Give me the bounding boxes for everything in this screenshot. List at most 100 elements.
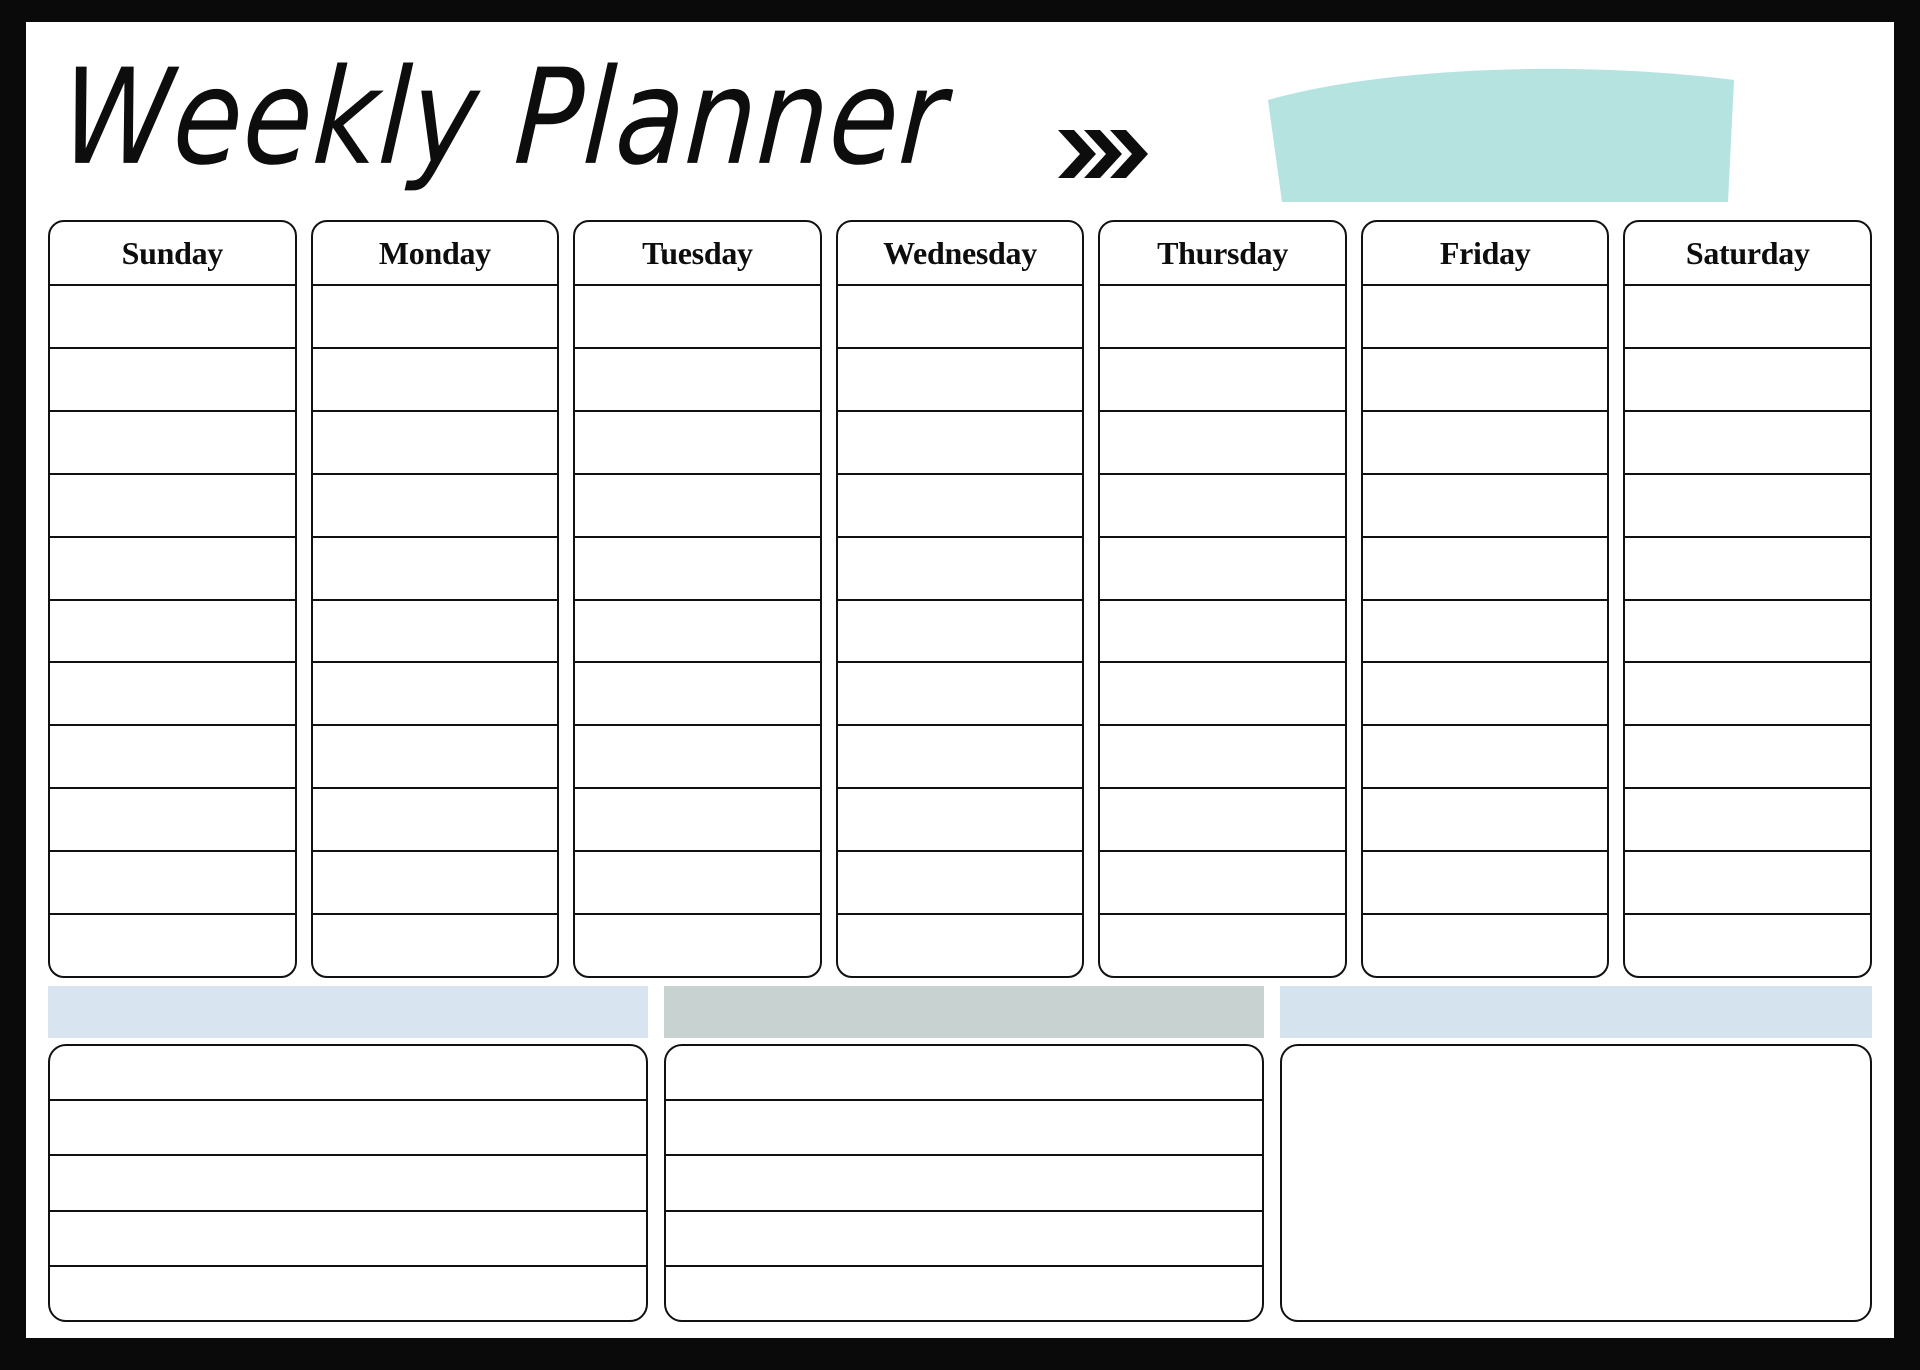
day-column-thursday[interactable]: Thursday	[1098, 220, 1347, 978]
day-column-saturday[interactable]: Saturday	[1623, 220, 1873, 978]
day-row[interactable]	[837, 852, 1083, 916]
note-row[interactable]	[50, 1046, 646, 1102]
day-row[interactable]	[1100, 663, 1345, 727]
day-header-friday: Friday	[1362, 222, 1608, 286]
day-column-monday[interactable]: Monday	[310, 220, 560, 978]
day-header-wednesday: Wednesday	[837, 222, 1083, 286]
day-row[interactable]	[312, 663, 558, 727]
day-row[interactable]	[1363, 915, 1608, 976]
day-row[interactable]	[1100, 412, 1345, 475]
day-row[interactable]	[312, 601, 558, 664]
day-row[interactable]	[575, 852, 820, 916]
day-row[interactable]	[837, 286, 1083, 349]
day-row[interactable]	[1100, 789, 1345, 853]
day-row[interactable]	[312, 412, 558, 475]
day-row[interactable]	[575, 538, 820, 601]
day-row[interactable]	[1100, 286, 1345, 349]
day-row[interactable]	[1100, 726, 1345, 790]
day-row[interactable]	[50, 915, 295, 976]
day-row[interactable]	[1625, 852, 1871, 916]
day-row[interactable]	[1625, 726, 1871, 790]
day-row[interactable]	[575, 601, 820, 664]
day-row[interactable]	[50, 663, 295, 727]
note-row[interactable]	[50, 1212, 646, 1267]
day-row[interactable]	[50, 726, 295, 790]
day-row[interactable]	[1362, 663, 1608, 727]
note-row[interactable]	[50, 1101, 646, 1157]
note-row[interactable]	[666, 1156, 1262, 1212]
day-row[interactable]	[575, 789, 820, 853]
day-row[interactable]	[1362, 475, 1608, 538]
day-row[interactable]	[837, 475, 1083, 538]
day-row[interactable]	[312, 789, 558, 853]
day-row[interactable]	[1625, 475, 1871, 538]
day-row[interactable]	[837, 789, 1083, 853]
day-row[interactable]	[50, 412, 295, 475]
day-row[interactable]	[1362, 412, 1608, 475]
day-row[interactable]	[1625, 789, 1871, 853]
day-row[interactable]	[50, 538, 295, 601]
note-row[interactable]	[666, 1267, 1262, 1320]
day-row[interactable]	[50, 286, 295, 349]
day-row[interactable]	[50, 852, 295, 916]
day-row[interactable]	[1362, 349, 1608, 412]
day-row[interactable]	[837, 349, 1083, 412]
day-row[interactable]	[1362, 286, 1608, 349]
day-row[interactable]	[1625, 286, 1871, 349]
day-row[interactable]	[1362, 789, 1608, 853]
day-column-sunday[interactable]: Sunday	[48, 220, 297, 978]
day-row[interactable]	[312, 726, 558, 790]
day-column-friday[interactable]: Friday	[1360, 220, 1610, 978]
day-row[interactable]	[575, 412, 820, 475]
bottom-box-2[interactable]	[664, 1044, 1264, 1322]
day-row[interactable]	[575, 663, 820, 727]
day-row[interactable]	[575, 286, 820, 349]
note-row[interactable]	[50, 1267, 646, 1320]
day-row[interactable]	[313, 915, 558, 976]
note-row[interactable]	[666, 1212, 1262, 1267]
day-row[interactable]	[575, 915, 820, 976]
day-row[interactable]	[1362, 852, 1608, 916]
day-row[interactable]	[50, 475, 295, 538]
day-row[interactable]	[312, 538, 558, 601]
day-row[interactable]	[1100, 852, 1345, 916]
bottom-box-3[interactable]	[1280, 1044, 1872, 1322]
day-row[interactable]	[1362, 726, 1608, 790]
day-row[interactable]	[1100, 601, 1345, 664]
day-row[interactable]	[837, 663, 1083, 727]
day-row[interactable]	[837, 601, 1083, 664]
day-row[interactable]	[1625, 915, 1870, 976]
day-row[interactable]	[838, 915, 1083, 976]
day-row[interactable]	[837, 538, 1083, 601]
day-row[interactable]	[575, 349, 820, 412]
day-row[interactable]	[312, 349, 558, 412]
day-row[interactable]	[1100, 349, 1345, 412]
day-row[interactable]	[312, 852, 558, 916]
note-row[interactable]	[666, 1101, 1262, 1157]
note-area[interactable]	[1282, 1046, 1870, 1320]
day-row[interactable]	[50, 601, 295, 664]
day-row[interactable]	[575, 475, 820, 538]
day-row[interactable]	[1625, 538, 1871, 601]
day-row[interactable]	[1625, 663, 1871, 727]
day-row[interactable]	[1100, 475, 1345, 538]
day-row[interactable]	[1100, 538, 1345, 601]
day-row[interactable]	[312, 475, 558, 538]
day-row[interactable]	[1100, 915, 1345, 976]
day-row[interactable]	[50, 789, 295, 853]
day-row[interactable]	[1625, 601, 1871, 664]
day-row[interactable]	[312, 286, 558, 349]
day-row[interactable]	[1625, 412, 1871, 475]
day-row[interactable]	[1362, 601, 1608, 664]
day-row[interactable]	[575, 726, 820, 790]
day-column-tuesday[interactable]: Tuesday	[573, 220, 822, 978]
bottom-box-1[interactable]	[48, 1044, 648, 1322]
day-row[interactable]	[1625, 349, 1871, 412]
note-row[interactable]	[666, 1046, 1262, 1102]
day-row[interactable]	[837, 726, 1083, 790]
note-row[interactable]	[50, 1156, 646, 1212]
day-row[interactable]	[837, 412, 1083, 475]
day-column-wednesday[interactable]: Wednesday	[835, 220, 1085, 978]
day-row[interactable]	[1362, 538, 1608, 601]
day-row[interactable]	[50, 349, 295, 412]
